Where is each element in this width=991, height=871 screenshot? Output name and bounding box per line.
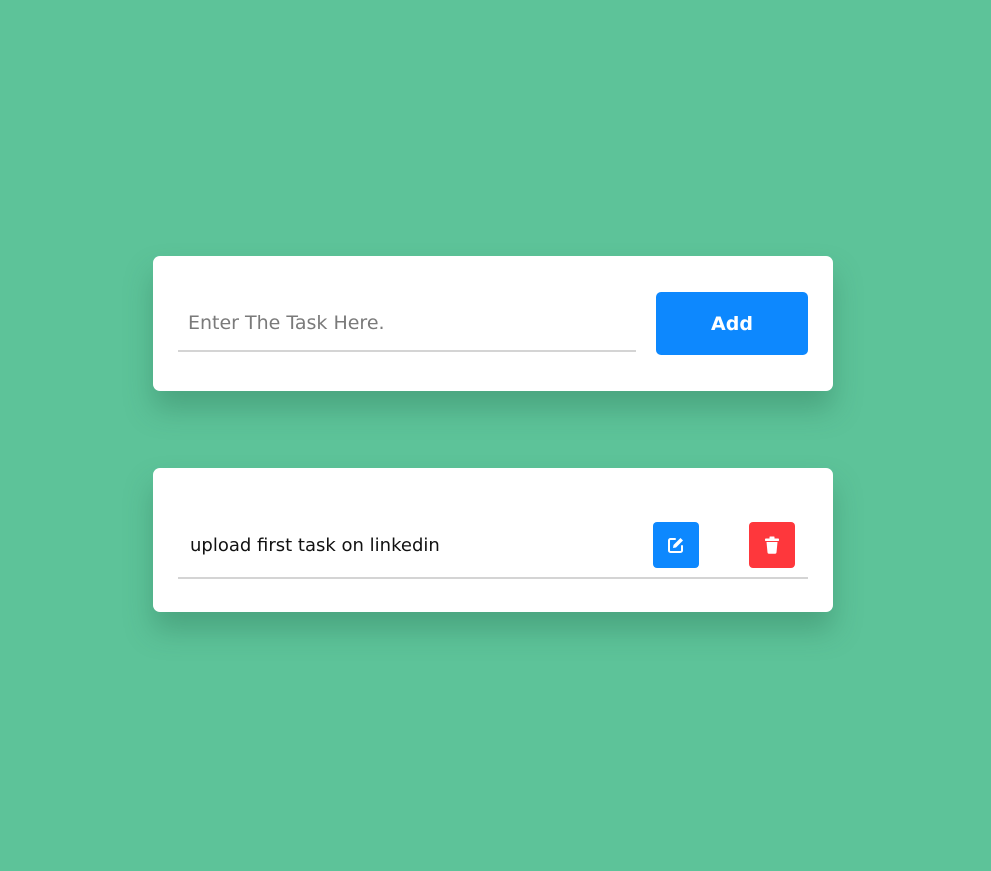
task-text: upload first task on linkedin: [190, 535, 440, 556]
task-list-card: upload first task on linkedin: [153, 468, 833, 612]
delete-button[interactable]: [749, 522, 795, 568]
add-button[interactable]: Add: [656, 292, 808, 355]
edit-button[interactable]: [653, 522, 699, 568]
list-item: upload first task on linkedin: [178, 518, 808, 579]
task-input[interactable]: [178, 296, 636, 352]
edit-icon: [667, 536, 685, 554]
trash-icon: [764, 536, 780, 554]
task-input-card: Add: [153, 256, 833, 391]
